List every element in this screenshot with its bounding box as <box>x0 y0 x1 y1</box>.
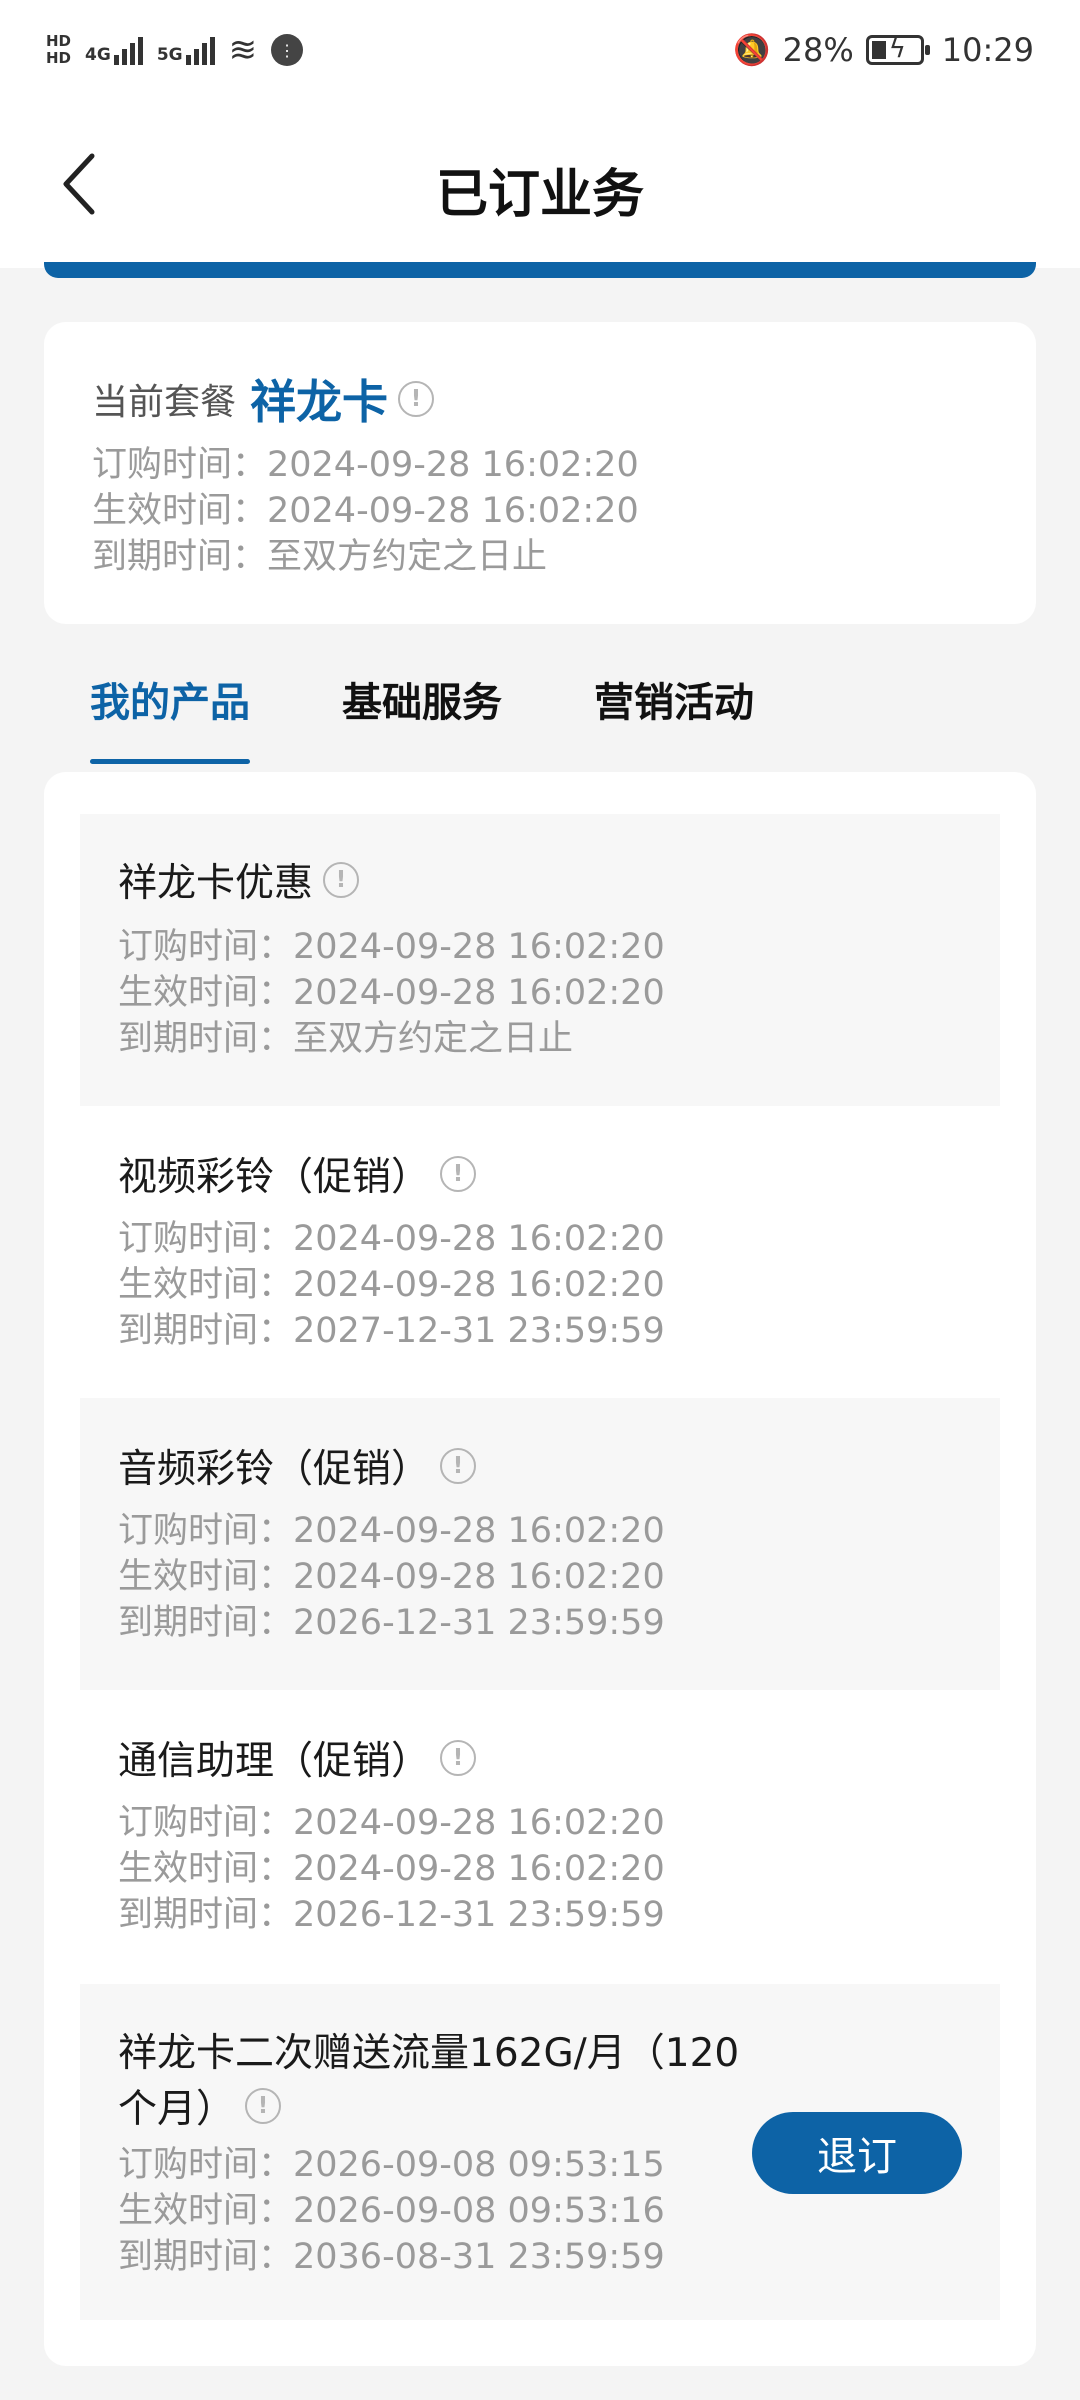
product-header: 祥龙卡优惠 ! <box>118 852 360 908</box>
list-item: 视频彩铃（促销） ! 订购时间：2024-09-28 16:02:20 生效时间… <box>80 1106 1000 1398</box>
product-name: 视频彩铃（促销） <box>118 1155 431 1200</box>
info-icon[interactable]: ! <box>245 2088 282 2124</box>
list-item: 祥龙卡优惠 ! 订购时间：2024-09-28 16:02:20 生效时间：20… <box>80 814 1000 1106</box>
signal-5g: 5G <box>157 35 215 65</box>
wifi-icon: ≋ <box>228 30 258 70</box>
status-right: 🔕 28% ϟ 10:29 <box>733 24 1034 76</box>
expiry-time: 到期时间：至双方约定之日止 <box>92 537 548 577</box>
list-item: 音频彩铃（促销） ! 订购时间：2024-09-28 16:02:20 生效时间… <box>80 1398 1000 1690</box>
product-header: 视频彩铃（促销） ! <box>118 1146 477 1202</box>
effective-time: 生效时间：2024-09-28 16:02:20 <box>118 1557 665 1597</box>
hd-indicator: HD HD <box>46 33 71 67</box>
product-header: 通信助理（促销） ! <box>118 1730 477 1786</box>
plan-details: 订购时间：2024-09-28 16:02:20 生效时间：2024-09-28… <box>92 442 639 580</box>
network-type-label: 4G <box>85 45 111 65</box>
order-time: 订购时间：2026-09-08 09:53:15 <box>118 2145 665 2185</box>
product-details: 订购时间：2024-09-28 16:02:20 生效时间：2024-09-28… <box>118 1800 665 1938</box>
expiry-time: 到期时间：2026-12-31 23:59:59 <box>118 1895 665 1935</box>
order-time: 订购时间：2024-09-28 16:02:20 <box>118 1511 665 1551</box>
effective-time: 生效时间：2024-09-28 16:02:20 <box>118 1849 665 1889</box>
battery-percent: 28% <box>782 31 854 69</box>
product-details: 订购时间：2024-09-28 16:02:20 生效时间：2024-09-28… <box>118 924 665 1062</box>
product-name-line1: 祥龙卡二次赠送流量162G/月（120 <box>118 2031 740 2076</box>
signal-icon <box>113 35 143 65</box>
order-time: 订购时间：2024-09-28 16:02:20 <box>118 927 665 967</box>
product-header: 祥龙卡二次赠送流量162G/月（120 个月） ! <box>118 2022 739 2134</box>
effective-time: 生效时间：2024-09-28 16:02:20 <box>118 973 665 1013</box>
battery-icon: ϟ <box>865 34 930 65</box>
plan-header: 当前套餐 祥龙卡 ! <box>92 366 435 432</box>
product-name: 祥龙卡优惠 <box>118 861 314 906</box>
page-title: 已订业务 <box>435 165 644 225</box>
hd-label: HD <box>46 32 72 50</box>
network-type-label: 5G <box>156 45 183 65</box>
product-header: 音频彩铃（促销） ! <box>118 1438 477 1494</box>
signal-4g: 4G <box>85 35 143 65</box>
banner-edge <box>44 262 1036 278</box>
order-time: 订购时间：2024-09-28 16:02:20 <box>92 445 639 485</box>
product-name: 通信助理（促销） <box>118 1739 431 1784</box>
order-time: 订购时间：2024-09-28 16:02:20 <box>118 1803 665 1843</box>
plan-label: 当前套餐 <box>92 382 237 423</box>
order-time: 订购时间：2024-09-28 16:02:20 <box>118 1219 665 1259</box>
unsubscribe-button[interactable]: 退订 <box>752 2112 962 2194</box>
status-left: HD HD 4G 5G ≋ ⋮ <box>46 22 304 78</box>
product-details: 订购时间：2024-09-28 16:02:20 生效时间：2024-09-28… <box>118 1508 665 1646</box>
bell-muted-icon: 🔕 <box>733 32 771 68</box>
effective-time: 生效时间：2024-09-28 16:02:20 <box>92 491 639 531</box>
hd-label: HD <box>46 49 72 67</box>
voice-assistant-icon: ⋮ <box>271 34 304 66</box>
info-icon[interactable]: ! <box>440 1156 477 1192</box>
clock: 10:29 <box>941 31 1034 69</box>
product-details: 订购时间：2026-09-08 09:53:15 生效时间：2026-09-08… <box>118 2142 665 2280</box>
info-icon[interactable]: ! <box>440 1448 477 1484</box>
expiry-time: 到期时间：2036-08-31 23:59:59 <box>118 2237 665 2277</box>
list-item: 通信助理（促销） ! 订购时间：2024-09-28 16:02:20 生效时间… <box>80 1690 1000 1982</box>
expiry-time: 到期时间：至双方约定之日止 <box>118 1019 574 1059</box>
status-bar: HD HD 4G 5G ≋ ⋮ 🔕 28% ϟ 10:29 <box>0 0 1080 100</box>
product-name-line2: 个月） <box>118 2087 236 2132</box>
effective-time: 生效时间：2024-09-28 16:02:20 <box>118 1265 665 1305</box>
info-icon[interactable]: ! <box>398 381 435 417</box>
expiry-time: 到期时间：2026-12-31 23:59:59 <box>118 1603 665 1643</box>
tab-bar: 我的产品 基础服务 营销活动 <box>90 670 754 764</box>
product-name: 音频彩铃（促销） <box>118 1447 431 1492</box>
tab-marketing[interactable]: 营销活动 <box>594 670 754 750</box>
tab-my-products[interactable]: 我的产品 <box>90 670 250 764</box>
current-plan-card: 当前套餐 祥龙卡 ! 订购时间：2024-09-28 16:02:20 生效时间… <box>44 322 1036 624</box>
info-icon[interactable]: ! <box>440 1740 477 1776</box>
signal-icon <box>185 35 215 65</box>
effective-time: 生效时间：2026-09-08 09:53:16 <box>118 2191 665 2231</box>
expiry-time: 到期时间：2027-12-31 23:59:59 <box>118 1311 665 1351</box>
list-item: 祥龙卡二次赠送流量162G/月（120 个月） ! 订购时间：2026-09-0… <box>80 1984 1000 2320</box>
plan-name: 祥龙卡 <box>250 375 389 429</box>
product-details: 订购时间：2024-09-28 16:02:20 生效时间：2024-09-28… <box>118 1216 665 1354</box>
tab-basic-services[interactable]: 基础服务 <box>342 670 502 750</box>
product-list: 祥龙卡优惠 ! 订购时间：2024-09-28 16:02:20 生效时间：20… <box>44 772 1036 2366</box>
info-icon[interactable]: ! <box>323 862 360 898</box>
title-bar: 已订业务 <box>0 100 1080 268</box>
